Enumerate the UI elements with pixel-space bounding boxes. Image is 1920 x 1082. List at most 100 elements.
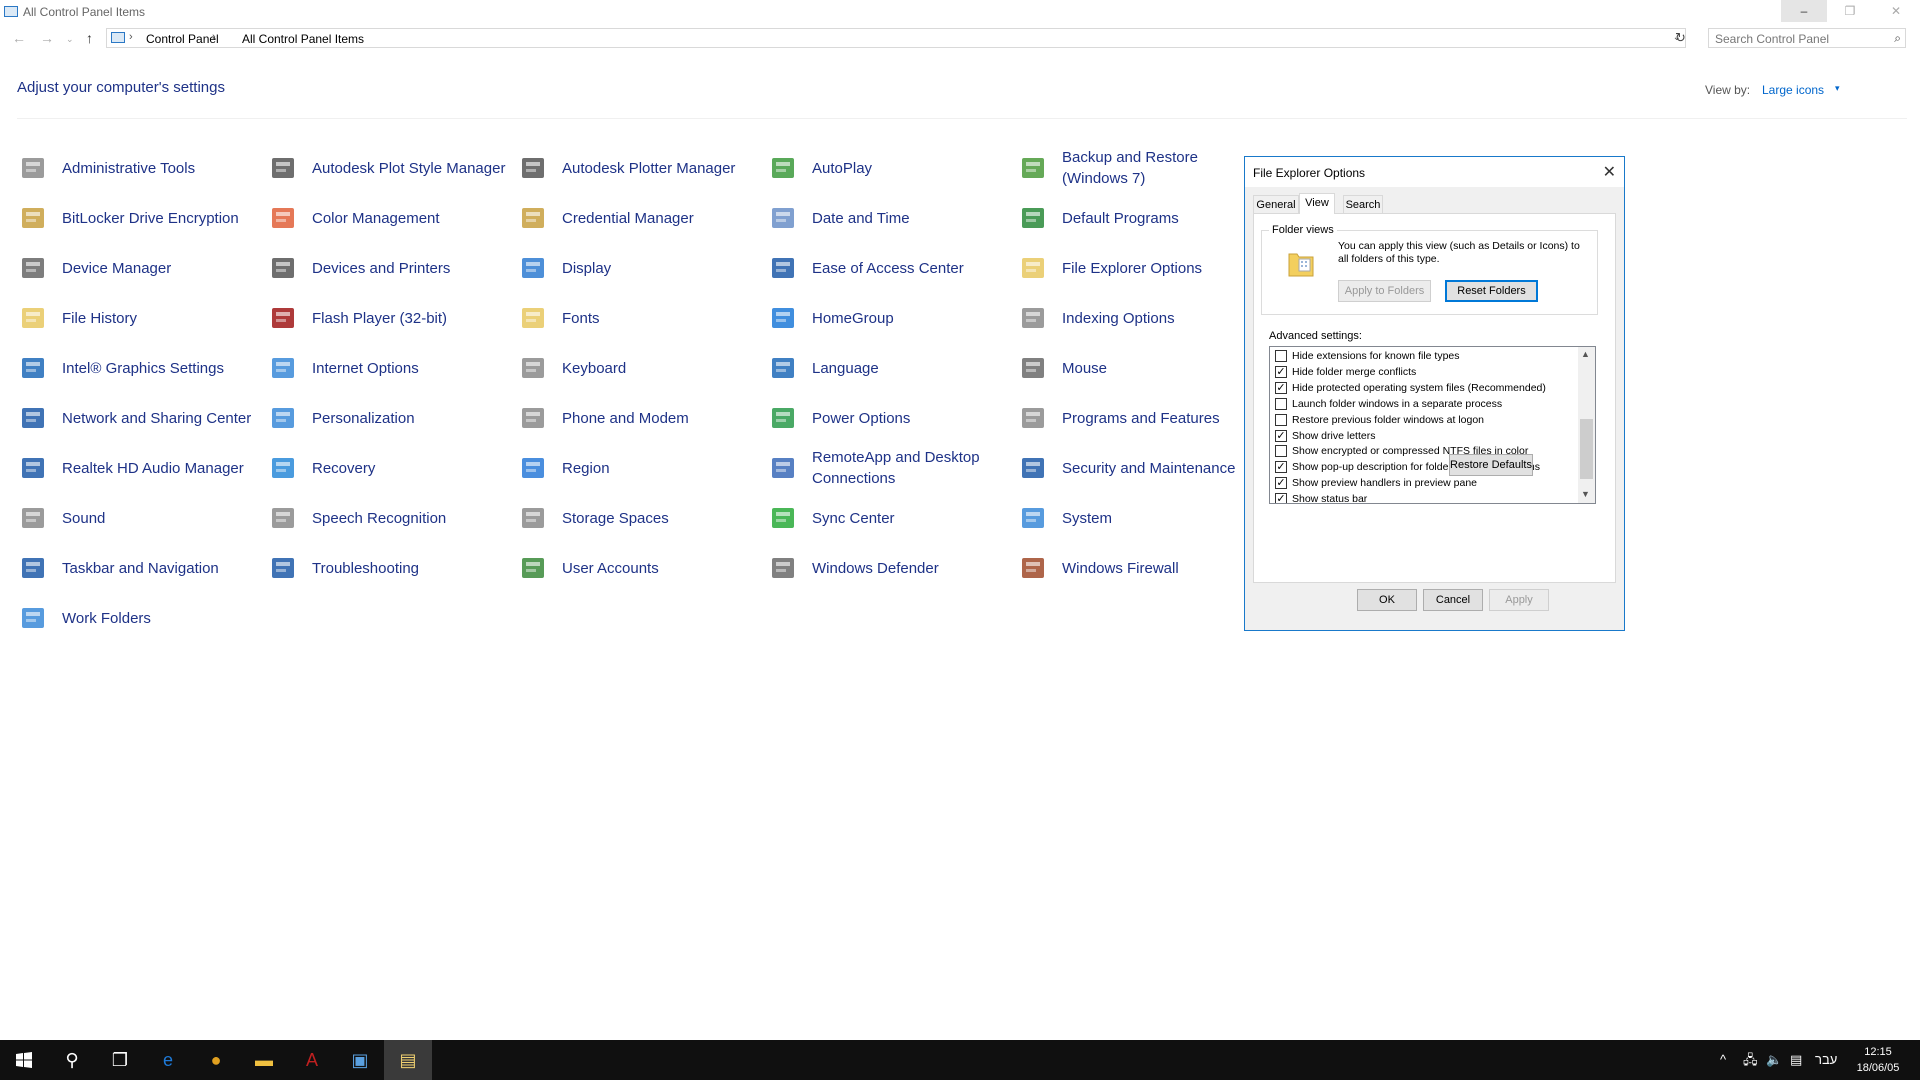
- checkbox[interactable]: ✓: [1275, 365, 1287, 378]
- control-panel-item[interactable]: Date and Time: [768, 195, 1008, 241]
- control-panel-item[interactable]: Color Management: [268, 195, 508, 241]
- control-panel-item[interactable]: Work Folders: [18, 595, 258, 641]
- control-panel-item-label[interactable]: Intel® Graphics Settings: [62, 345, 262, 391]
- input-language-indicator[interactable]: עבר: [1815, 1040, 1837, 1080]
- advanced-setting-row[interactable]: ✓ Show status bar: [1275, 492, 1367, 503]
- control-panel-item[interactable]: Windows Firewall: [1018, 545, 1258, 591]
- control-panel-item[interactable]: Internet Options: [268, 345, 508, 391]
- control-panel-item[interactable]: Intel® Graphics Settings: [18, 345, 258, 391]
- control-panel-item-label[interactable]: Sync Center: [812, 495, 1012, 541]
- control-panel-item[interactable]: Security and Maintenance: [1018, 445, 1258, 491]
- action-center-icon[interactable]: ▤: [1790, 1040, 1802, 1080]
- control-panel-item[interactable]: System: [1018, 495, 1258, 541]
- control-panel-item[interactable]: Realtek HD Audio Manager: [18, 445, 258, 491]
- taskbar-search-icon[interactable]: ⚲: [48, 1040, 96, 1080]
- checkbox[interactable]: ✓: [1275, 493, 1287, 503]
- control-panel-item-label[interactable]: Region: [562, 445, 762, 491]
- control-panel-item[interactable]: Default Programs: [1018, 195, 1258, 241]
- control-panel-item[interactable]: Fonts: [518, 295, 758, 341]
- restore-defaults-button[interactable]: Restore Defaults: [1449, 454, 1533, 476]
- checkbox[interactable]: ✓: [1275, 461, 1287, 474]
- control-panel-item-label[interactable]: Security and Maintenance: [1062, 445, 1262, 491]
- cancel-button[interactable]: Cancel: [1423, 589, 1483, 611]
- control-panel-item-label[interactable]: Flash Player (32-bit): [312, 295, 512, 341]
- chevron-down-icon[interactable]: ▾: [1835, 83, 1840, 94]
- control-panel-item-label[interactable]: Work Folders: [62, 595, 262, 641]
- control-panel-item-label[interactable]: Default Programs: [1062, 195, 1262, 241]
- reset-folders-button[interactable]: Reset Folders: [1445, 280, 1538, 302]
- advanced-setting-row[interactable]: ✓ Show preview handlers in preview pane: [1275, 476, 1477, 491]
- control-panel-item-label[interactable]: Sound: [62, 495, 262, 541]
- control-panel-item[interactable]: Credential Manager: [518, 195, 758, 241]
- checkbox[interactable]: [1275, 397, 1287, 410]
- control-panel-item[interactable]: Indexing Options: [1018, 295, 1258, 341]
- tab-view[interactable]: View: [1299, 193, 1335, 214]
- control-panel-item-label[interactable]: Indexing Options: [1062, 295, 1262, 341]
- view-by-dropdown[interactable]: Large icons: [1762, 83, 1824, 97]
- task-view-icon[interactable]: ❐: [96, 1040, 144, 1080]
- control-panel-item-label[interactable]: Color Management: [312, 195, 512, 241]
- control-panel-item-label[interactable]: Programs and Features: [1062, 395, 1262, 441]
- control-panel-item[interactable]: AutoPlay: [768, 145, 1008, 191]
- advanced-setting-row[interactable]: ✓ Hide folder merge conflicts: [1275, 365, 1416, 380]
- control-panel-item-label[interactable]: Language: [812, 345, 1012, 391]
- control-panel-item[interactable]: Devices and Printers: [268, 245, 508, 291]
- advanced-settings-scrollbar[interactable]: ▲ ▼: [1578, 347, 1595, 503]
- scrollbar-thumb[interactable]: [1580, 419, 1593, 479]
- control-panel-item[interactable]: Flash Player (32-bit): [268, 295, 508, 341]
- control-panel-item-label[interactable]: File History: [62, 295, 262, 341]
- dialog-close-icon[interactable]: ✕: [1603, 162, 1616, 182]
- control-panel-item[interactable]: RemoteApp and Desktop Connections: [768, 445, 1008, 491]
- checkbox[interactable]: [1275, 445, 1287, 458]
- checkbox[interactable]: ✓: [1275, 381, 1287, 394]
- control-panel-item-label[interactable]: Autodesk Plot Style Manager: [312, 145, 512, 191]
- minimize-button[interactable]: –: [1781, 0, 1827, 22]
- control-panel-item-label[interactable]: Credential Manager: [562, 195, 762, 241]
- control-panel-item[interactable]: Windows Defender: [768, 545, 1008, 591]
- control-panel-item[interactable]: Display: [518, 245, 758, 291]
- control-panel-item[interactable]: File Explorer Options: [1018, 245, 1258, 291]
- control-panel-item[interactable]: Ease of Access Center: [768, 245, 1008, 291]
- breadcrumb-all-items[interactable]: All Control Panel Items: [242, 32, 364, 46]
- control-panel-item-label[interactable]: HomeGroup: [812, 295, 1012, 341]
- control-panel-item[interactable]: BitLocker Drive Encryption: [18, 195, 258, 241]
- address-bar[interactable]: › Control Panel › All Control Panel Item…: [106, 28, 1686, 48]
- control-panel-item-label[interactable]: System: [1062, 495, 1262, 541]
- control-panel-item-label[interactable]: Device Manager: [62, 245, 262, 291]
- tab-search[interactable]: Search: [1343, 195, 1383, 213]
- control-panel-item[interactable]: Speech Recognition: [268, 495, 508, 541]
- advanced-setting-row[interactable]: ✓ Show drive letters: [1275, 429, 1375, 444]
- advanced-settings-list[interactable]: ▲ ▼ Hide extensions for known file types…: [1269, 346, 1596, 504]
- control-panel-item[interactable]: Region: [518, 445, 758, 491]
- control-panel-item-label[interactable]: User Accounts: [562, 545, 762, 591]
- volume-icon[interactable]: 🔈: [1766, 1040, 1782, 1080]
- control-panel-item[interactable]: Sync Center: [768, 495, 1008, 541]
- advanced-setting-row[interactable]: Hide extensions for known file types: [1275, 349, 1460, 364]
- advanced-setting-row[interactable]: Restore previous folder windows at logon: [1275, 413, 1484, 428]
- control-panel-item-label[interactable]: Devices and Printers: [312, 245, 512, 291]
- search-icon[interactable]: ⌕: [1894, 31, 1901, 46]
- scroll-down-icon[interactable]: ▼: [1581, 489, 1590, 499]
- control-panel-item-label[interactable]: BitLocker Drive Encryption: [62, 195, 262, 241]
- chrome-icon[interactable]: ●: [192, 1040, 240, 1080]
- control-panel-item-label[interactable]: Troubleshooting: [312, 545, 512, 591]
- control-panel-item-label[interactable]: Windows Defender: [812, 545, 1012, 591]
- control-panel-item-label[interactable]: Storage Spaces: [562, 495, 762, 541]
- control-panel-item-label[interactable]: Display: [562, 245, 762, 291]
- close-button[interactable]: ✕: [1873, 0, 1919, 22]
- control-panel-item[interactable]: Troubleshooting: [268, 545, 508, 591]
- control-panel-item[interactable]: Power Options: [768, 395, 1008, 441]
- control-panel-item[interactable]: Recovery: [268, 445, 508, 491]
- control-panel-item[interactable]: Language: [768, 345, 1008, 391]
- control-panel-item[interactable]: Personalization: [268, 395, 508, 441]
- control-panel-item-label[interactable]: Recovery: [312, 445, 512, 491]
- control-panel-item[interactable]: Autodesk Plot Style Manager: [268, 145, 508, 191]
- control-panel-item-label[interactable]: Keyboard: [562, 345, 762, 391]
- ok-button[interactable]: OK: [1357, 589, 1417, 611]
- apply-to-folders-button[interactable]: Apply to Folders: [1338, 280, 1431, 302]
- checkbox[interactable]: ✓: [1275, 477, 1287, 490]
- search-input[interactable]: Search Control Panel ⌕: [1708, 28, 1906, 48]
- control-panel-item[interactable]: File History: [18, 295, 258, 341]
- forward-arrow-icon[interactable]: →: [40, 30, 54, 46]
- control-panel-item-label[interactable]: Backup and Restore (Windows 7): [1062, 145, 1262, 191]
